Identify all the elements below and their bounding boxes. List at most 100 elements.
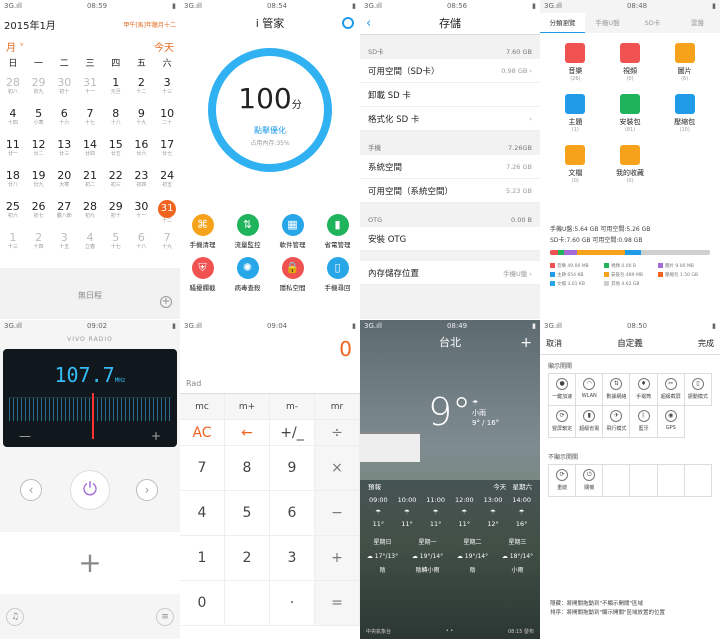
- calculator-key[interactable]: 4: [180, 491, 225, 536]
- tool-item[interactable]: ▯ 手機尋回: [315, 257, 360, 292]
- calculator-key[interactable]: 6: [270, 491, 315, 536]
- gear-icon[interactable]: [342, 17, 354, 29]
- calendar-day[interactable]: 1 元旦: [103, 73, 129, 104]
- station-list-icon[interactable]: ≡: [156, 608, 174, 626]
- calendar-day[interactable]: 25 初六: [0, 197, 26, 228]
- calculator-key[interactable]: ÷: [315, 420, 360, 446]
- calendar-day[interactable]: 3 十五: [51, 228, 77, 259]
- category-item[interactable]: 我的收藏 (0): [603, 143, 658, 184]
- calculator-key[interactable]: [225, 581, 270, 626]
- add-event-icon[interactable]: +: [160, 296, 172, 308]
- view-mode-dropdown[interactable]: 月 ˅: [6, 39, 24, 54]
- storage-row[interactable]: 卸載 SD 卡: [360, 83, 540, 107]
- calculator-key[interactable]: 3: [270, 536, 315, 581]
- switch-tile[interactable]: ◠ WLAN: [576, 374, 604, 406]
- calculator-key[interactable]: m+: [225, 394, 270, 420]
- done-button[interactable]: 完成: [698, 333, 714, 354]
- storage-row[interactable]: 系統空間 7.26 GB: [360, 155, 540, 179]
- calculator-key[interactable]: =: [315, 581, 360, 626]
- tuning-needle[interactable]: [92, 393, 94, 439]
- calendar-day[interactable]: 14 廿四: [77, 135, 103, 166]
- file-tab[interactable]: 雲盤: [675, 13, 720, 33]
- calendar-day[interactable]: 1 十三: [0, 228, 26, 259]
- calendar-day[interactable]: 19 廿九: [26, 166, 52, 197]
- tool-item[interactable]: ▮ 省電管理: [315, 214, 360, 249]
- calculator-key[interactable]: mr: [315, 394, 360, 420]
- calendar-day[interactable]: 31 十二: [154, 197, 180, 228]
- calendar-day[interactable]: 7 十九: [154, 228, 180, 259]
- optimize-score-ring[interactable]: 100分 點擊優化 占用內存:35%: [208, 48, 332, 172]
- file-tab[interactable]: 分類瀏覽: [540, 13, 585, 33]
- tool-item[interactable]: ⛨ 騷擾攔截: [180, 257, 225, 292]
- storage-row[interactable]: 可用空間（SD卡） 0.98 GB ›: [360, 59, 540, 83]
- switch-tile[interactable]: ◉ GPS: [657, 406, 685, 438]
- switch-tile[interactable]: ▯ 振動模式: [684, 374, 712, 406]
- calculator-key[interactable]: ←: [225, 420, 270, 446]
- calendar-day[interactable]: 11 廿一: [0, 135, 26, 166]
- calendar-day[interactable]: 3 十三: [154, 73, 180, 104]
- calendar-day[interactable]: 17 廿七: [154, 135, 180, 166]
- calendar-day[interactable]: 30 初十: [51, 73, 77, 104]
- headset-icon[interactable]: ♫: [6, 608, 24, 626]
- calendar-day[interactable]: 29 初九: [26, 73, 52, 104]
- calendar-day[interactable]: 2 十二: [129, 73, 155, 104]
- file-tab[interactable]: SD卡: [630, 13, 675, 33]
- switch-tile[interactable]: ⟳ 豎屏鎖定: [549, 406, 577, 438]
- calculator-key[interactable]: 1: [180, 536, 225, 581]
- calculator-key[interactable]: ×: [315, 446, 360, 491]
- category-item[interactable]: 主題 (1): [548, 92, 603, 133]
- calculator-key[interactable]: m-: [270, 394, 315, 420]
- tuning-scale[interactable]: [9, 397, 171, 421]
- cancel-button[interactable]: 取消: [546, 333, 562, 354]
- power-button[interactable]: ⏻: [70, 470, 110, 510]
- calculator-key[interactable]: −: [315, 491, 360, 536]
- calendar-day[interactable]: 2 十四: [26, 228, 52, 259]
- storage-row[interactable]: 可用空間（系統空間） 5.23 GB: [360, 179, 540, 203]
- calendar-day[interactable]: 29 初十: [103, 197, 129, 228]
- switch-tile[interactable]: ᛒ 藍牙: [630, 406, 658, 438]
- calendar-day[interactable]: 10 二十: [154, 104, 180, 135]
- calculator-key[interactable]: 9: [270, 446, 315, 491]
- calculator-key[interactable]: 2: [225, 536, 270, 581]
- calendar-day[interactable]: 20 大寒: [51, 166, 77, 197]
- install-otg-row[interactable]: 安裝 OTG: [360, 227, 540, 251]
- switch-tile[interactable]: ✂ 超級截屏: [657, 374, 685, 406]
- tool-item[interactable]: ✺ 病毒查殺: [225, 257, 270, 292]
- calendar-day[interactable]: 22 初三: [103, 166, 129, 197]
- category-item[interactable]: 視頻 (0): [603, 41, 658, 82]
- switch-tile[interactable]: ⇅ 數據網絡: [603, 374, 631, 406]
- calculator-key[interactable]: 8: [225, 446, 270, 491]
- calendar-day[interactable]: 18 廿八: [0, 166, 26, 197]
- add-city-button[interactable]: +: [520, 333, 532, 353]
- calculator-key[interactable]: 7: [180, 446, 225, 491]
- calculator-key[interactable]: ·: [270, 581, 315, 626]
- calculator-key[interactable]: 5: [225, 491, 270, 536]
- next-station-button[interactable]: ›: [136, 479, 158, 501]
- angle-mode[interactable]: Rad: [186, 379, 201, 388]
- calendar-day[interactable]: 4 立春: [77, 228, 103, 259]
- category-item[interactable]: 音樂 (26): [548, 41, 603, 82]
- tool-item[interactable]: 🔒 隱私空間: [270, 257, 315, 292]
- calendar-day[interactable]: 6 十八: [129, 228, 155, 259]
- calculator-key[interactable]: +/_: [270, 420, 315, 446]
- tool-item[interactable]: ▦ 軟件管理: [270, 214, 315, 249]
- calendar-day[interactable]: 30 十一: [129, 197, 155, 228]
- back-arrow-icon[interactable]: ‹: [366, 13, 371, 35]
- switch-tile[interactable]: ♦ 手電筒: [630, 374, 658, 406]
- category-item[interactable]: 壓縮包 (10): [657, 92, 712, 133]
- calendar-day[interactable]: 13 廿三: [51, 135, 77, 166]
- calendar-day[interactable]: 26 初七: [26, 197, 52, 228]
- calculator-key[interactable]: AC: [180, 420, 225, 446]
- storage-location-row[interactable]: 內存儲存位置 手機U盤 ›: [360, 261, 540, 285]
- tool-item[interactable]: ⌘ 手機清理: [180, 214, 225, 249]
- calendar-day[interactable]: 5 小寒: [26, 104, 52, 135]
- tool-item[interactable]: ⇅ 流量監控: [225, 214, 270, 249]
- calendar-day[interactable]: 28 初九: [77, 197, 103, 228]
- calendar-day[interactable]: 12 廿二: [26, 135, 52, 166]
- calendar-day[interactable]: 15 廿五: [103, 135, 129, 166]
- switch-tile[interactable]: ⏻ 關機: [576, 465, 604, 497]
- switch-tile[interactable]: ✈ 飛行模式: [603, 406, 631, 438]
- calendar-day[interactable]: 28 初八: [0, 73, 26, 104]
- switch-tile[interactable]: ● 一鍵加速: [549, 374, 577, 406]
- calculator-key[interactable]: mc: [180, 394, 225, 420]
